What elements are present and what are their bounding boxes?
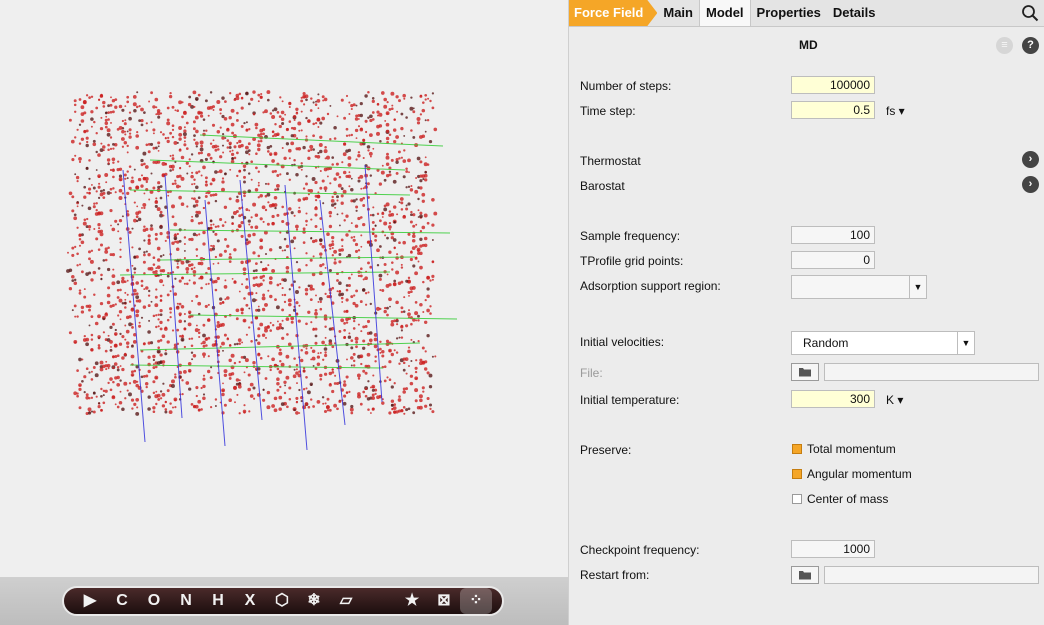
nitrogen-tool-button[interactable]: N bbox=[170, 588, 202, 614]
settings-panel: Force Field Main Model Properties Detail… bbox=[568, 0, 1044, 625]
oxygen-tool-button[interactable]: O bbox=[138, 588, 170, 614]
tab-main[interactable]: Main bbox=[657, 0, 699, 26]
file-browse-button[interactable] bbox=[791, 363, 819, 381]
initial-temperature-label: Initial temperature: bbox=[580, 393, 680, 407]
search-icon[interactable] bbox=[1021, 4, 1039, 22]
folder-icon bbox=[799, 571, 811, 580]
atoms-group bbox=[66, 90, 438, 416]
chevron-down-icon: ▼ bbox=[957, 332, 974, 354]
total-momentum-label: Total momentum bbox=[807, 442, 896, 456]
element-picker-tool-button[interactable]: X bbox=[234, 588, 266, 614]
tprofile-grid-points-input[interactable]: 0 bbox=[791, 251, 875, 269]
time-step-unit-dropdown[interactable]: fs ▾ bbox=[886, 104, 905, 118]
tab-force-field[interactable]: Force Field bbox=[569, 0, 657, 26]
barostat-chevron-right-icon[interactable]: › bbox=[1022, 176, 1039, 193]
sample-frequency-input[interactable]: 100 bbox=[791, 226, 875, 244]
time-step-label: Time step: bbox=[580, 104, 636, 118]
restart-from-label: Restart from: bbox=[580, 568, 650, 582]
restart-path-input[interactable] bbox=[824, 566, 1039, 584]
file-path-input[interactable] bbox=[824, 363, 1039, 381]
initial-velocities-label: Initial velocities: bbox=[580, 335, 665, 349]
initial-velocities-select[interactable]: Random ▼ bbox=[791, 331, 975, 355]
thermostat-label: Thermostat bbox=[580, 154, 641, 168]
adsorption-support-region-label: Adsorption support region: bbox=[580, 279, 721, 293]
chevron-down-icon: ▼ bbox=[909, 276, 926, 298]
water-box-render bbox=[66, 90, 458, 451]
plane-tool-button[interactable]: ▱ bbox=[330, 588, 362, 614]
center-of-mass-label: Center of mass bbox=[807, 492, 889, 506]
tab-properties[interactable]: Properties bbox=[751, 0, 827, 26]
help-icon[interactable]: ? bbox=[1022, 37, 1039, 54]
favorites-tool-button[interactable]: ★ bbox=[396, 588, 428, 614]
angular-momentum-label: Angular momentum bbox=[807, 467, 912, 481]
sample-frequency-label: Sample frequency: bbox=[580, 229, 681, 243]
total-momentum-checkbox[interactable] bbox=[792, 444, 802, 454]
box-view-tool-button[interactable]: ⊠ bbox=[428, 588, 460, 614]
tab-bar: Force Field Main Model Properties Detail… bbox=[569, 0, 1044, 27]
thermostat-chevron-right-icon[interactable]: › bbox=[1022, 151, 1039, 168]
preserve-label: Preserve: bbox=[580, 443, 632, 457]
restart-browse-button[interactable] bbox=[791, 566, 819, 584]
initial-velocities-value: Random bbox=[803, 336, 849, 350]
number-of-steps-label: Number of steps: bbox=[580, 79, 672, 93]
tab-model[interactable]: Model bbox=[698, 0, 751, 26]
barostat-label: Barostat bbox=[580, 179, 625, 193]
folder-icon bbox=[799, 368, 811, 377]
angular-momentum-checkbox[interactable] bbox=[792, 469, 802, 479]
file-label: File: bbox=[580, 366, 603, 380]
number-of-steps-input[interactable]: 100000 bbox=[791, 76, 875, 94]
menu-icon[interactable]: ≡ bbox=[996, 37, 1013, 54]
tab-details[interactable]: Details bbox=[827, 0, 882, 26]
select-tool-button[interactable]: ▶ bbox=[74, 588, 106, 614]
ring-tool-button[interactable]: ⬡ bbox=[266, 588, 298, 614]
time-step-input[interactable]: 0.5 bbox=[791, 101, 875, 119]
hydrogen-tool-button[interactable]: H bbox=[202, 588, 234, 614]
molecules-tool-button[interactable]: ⁘ bbox=[460, 588, 492, 614]
adsorption-support-region-select[interactable]: ▼ bbox=[791, 275, 927, 299]
initial-temperature-input[interactable]: 300 bbox=[791, 390, 875, 408]
tprofile-grid-points-label: TProfile grid points: bbox=[580, 254, 684, 268]
temperature-unit-dropdown[interactable]: K ▾ bbox=[886, 393, 903, 407]
panel-title: MD bbox=[799, 38, 818, 52]
editing-toolbar: ▶ C O N H X ⬡ ❄ ▱ ★ ⊠ ⁘ bbox=[62, 586, 504, 616]
center-of-mass-checkbox[interactable] bbox=[792, 494, 802, 504]
checkpoint-frequency-input[interactable]: 1000 bbox=[791, 540, 875, 558]
freeze-tool-button[interactable]: ❄ bbox=[298, 588, 330, 614]
checkpoint-frequency-label: Checkpoint frequency: bbox=[580, 543, 700, 557]
molecule-viewport[interactable]: ▶ C O N H X ⬡ ❄ ▱ ★ ⊠ ⁘ bbox=[0, 0, 568, 625]
carbon-tool-button[interactable]: C bbox=[106, 588, 138, 614]
